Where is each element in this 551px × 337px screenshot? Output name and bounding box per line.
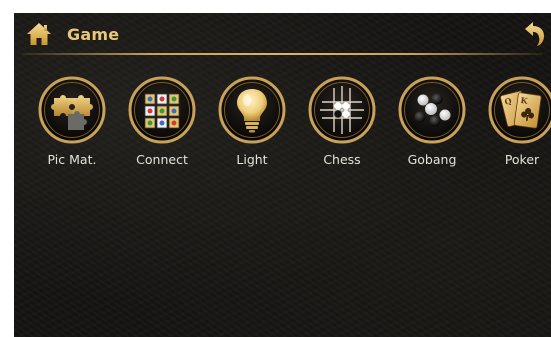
app-connect[interactable]: Connect [122,76,202,181]
app-label: Poker [504,152,540,167]
chess-board-icon [308,76,376,144]
app-label: Gobang [407,152,457,167]
app-gobang[interactable]: Gobang [392,76,472,181]
app-pic-mat[interactable]: Pic Mat. [32,76,112,181]
playing-cards-icon: Q K [488,76,551,144]
app-label: Light [236,152,268,167]
light-bulb-icon [218,76,286,144]
game-list: Pic Mat. Connect Light Chess Gobang Q K … [14,13,551,337]
app-label: Chess [323,152,361,167]
app-chess[interactable]: Chess [302,76,382,181]
gobang-stones-icon [398,76,466,144]
app-poker[interactable]: Q K Poker [482,76,551,181]
app-label: Pic Mat. [47,152,97,167]
game-screen: Game Pic Mat. Connect Light Chess Gobang… [14,13,551,337]
connect-tiles-icon [128,76,196,144]
app-label: Connect [136,152,188,167]
app-light[interactable]: Light [212,76,292,181]
puzzle-icon [38,76,106,144]
